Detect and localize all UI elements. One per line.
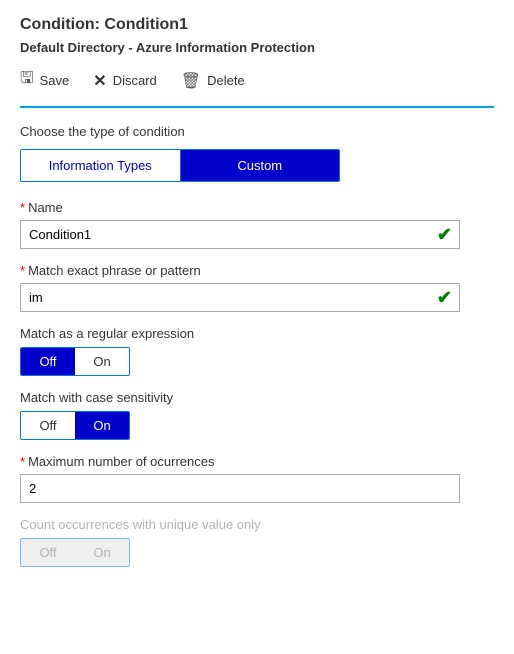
tab-custom[interactable]: Custom bbox=[181, 150, 340, 181]
regex-toggle-label: Match as a regular expression bbox=[20, 326, 494, 341]
discard-label: Discard bbox=[113, 73, 157, 88]
delete-button[interactable]: 🗑 Delete bbox=[181, 71, 245, 91]
delete-icon: 🗑 bbox=[181, 71, 201, 91]
match-checkmark: ✔ bbox=[437, 287, 452, 308]
case-off-button[interactable]: Off bbox=[21, 412, 75, 439]
delete-label: Delete bbox=[207, 73, 245, 88]
case-toggle-group: Off On bbox=[20, 411, 130, 440]
case-toggle-label: Match with case sensitivity bbox=[20, 390, 494, 405]
case-toggle-section: Match with case sensitivity Off On bbox=[20, 390, 494, 440]
name-label: *Name bbox=[20, 200, 494, 215]
page-subtitle: Default Directory - Azure Information Pr… bbox=[20, 40, 494, 55]
match-field-group: *Match exact phrase or pattern ✔ bbox=[20, 263, 494, 312]
discard-button[interactable]: ✕ Discard bbox=[93, 71, 156, 91]
max-occurrences-label: *Maximum number of ocurrences bbox=[20, 454, 494, 469]
name-input[interactable] bbox=[20, 220, 460, 249]
save-label: Save bbox=[40, 73, 70, 88]
regex-on-button[interactable]: On bbox=[75, 348, 129, 375]
match-input-wrapper: ✔ bbox=[20, 283, 460, 312]
save-icon: 🖫 bbox=[20, 67, 34, 94]
count-unique-label: Count occurrences with unique value only bbox=[20, 517, 494, 532]
name-input-wrapper: ✔ bbox=[20, 220, 460, 249]
count-unique-section: Count occurrences with unique value only… bbox=[20, 517, 494, 567]
regex-toggle-section: Match as a regular expression Off On bbox=[20, 326, 494, 376]
match-label: *Match exact phrase or pattern bbox=[20, 263, 494, 278]
page-title: Condition: Condition1 bbox=[20, 16, 494, 34]
match-input[interactable] bbox=[20, 283, 460, 312]
regex-toggle-group: Off On bbox=[20, 347, 130, 376]
toolbar: 🖫 Save ✕ Discard 🗑 Delete bbox=[20, 67, 494, 108]
case-on-button[interactable]: On bbox=[75, 412, 129, 439]
match-required-star: * bbox=[20, 263, 25, 278]
tab-information-types[interactable]: Information Types bbox=[21, 150, 181, 181]
max-occurrences-group: *Maximum number of ocurrences bbox=[20, 454, 494, 503]
name-required-star: * bbox=[20, 200, 25, 215]
count-unique-toggle-group: Off On bbox=[20, 538, 130, 567]
page-container: Condition: Condition1 Default Directory … bbox=[0, 0, 514, 654]
condition-type-label: Choose the type of condition bbox=[20, 124, 494, 139]
save-button[interactable]: 🖫 Save bbox=[20, 67, 69, 94]
regex-off-button[interactable]: Off bbox=[21, 348, 75, 375]
max-occurrences-input[interactable] bbox=[20, 474, 460, 503]
name-checkmark: ✔ bbox=[437, 224, 452, 245]
condition-type-tabs: Information Types Custom bbox=[20, 149, 340, 182]
count-unique-on-button: On bbox=[75, 539, 129, 566]
count-unique-off-button: Off bbox=[21, 539, 75, 566]
max-required-star: * bbox=[20, 454, 25, 469]
discard-icon: ✕ bbox=[93, 71, 106, 91]
name-field-group: *Name ✔ bbox=[20, 200, 494, 249]
